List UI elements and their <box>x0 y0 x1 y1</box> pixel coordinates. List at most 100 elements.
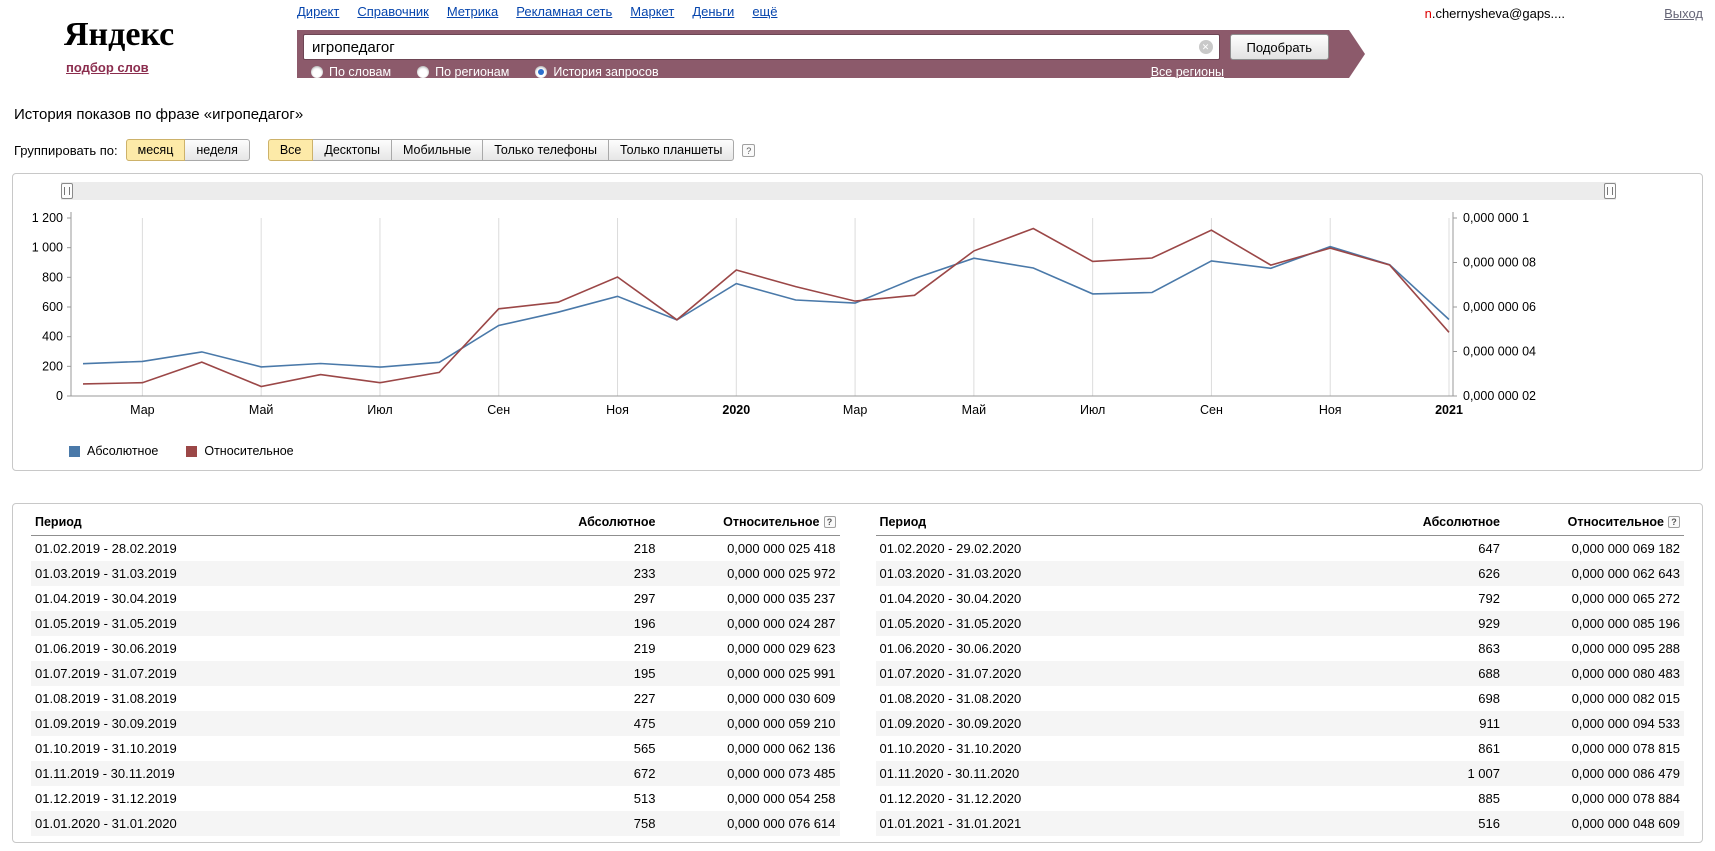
col-period: Период <box>31 508 530 536</box>
svg-text:1 000: 1 000 <box>32 241 63 255</box>
device-tab-desktops[interactable]: Десктопы <box>312 139 392 161</box>
cell-relative: 0,000 000 054 258 <box>660 786 840 811</box>
device-tab-mobile[interactable]: Мобильные <box>391 139 483 161</box>
cell-relative: 0,000 000 062 643 <box>1504 561 1684 586</box>
cell-absolute: 297 <box>530 586 660 611</box>
mode-by-words[interactable]: По словам <box>311 65 391 79</box>
cell-period: 01.03.2019 - 31.03.2019 <box>31 561 530 586</box>
search-bar: ✕ Подобрать По словам По регионам История … <box>297 30 1365 78</box>
table-row: 01.12.2019 - 31.12.20195130,000 000 054 … <box>31 786 840 811</box>
help-icon[interactable]: ? <box>1668 516 1680 528</box>
cell-relative: 0,000 000 069 182 <box>1504 536 1684 562</box>
cell-period: 01.05.2019 - 31.05.2019 <box>31 611 530 636</box>
help-icon[interactable]: ? <box>824 516 836 528</box>
nav-link-spravochnik[interactable]: Справочник <box>357 4 429 19</box>
logout-link[interactable]: Выход <box>1664 6 1703 21</box>
nav-link-direct[interactable]: Директ <box>297 4 339 19</box>
cell-period: 01.01.2020 - 31.01.2020 <box>31 811 530 836</box>
cell-period: 01.02.2019 - 28.02.2019 <box>31 536 530 562</box>
group-by-week[interactable]: неделя <box>184 139 249 161</box>
cell-relative: 0,000 000 025 972 <box>660 561 840 586</box>
search-row: ✕ Подобрать <box>303 34 1359 60</box>
cell-absolute: 227 <box>530 686 660 711</box>
table-row: 01.08.2019 - 31.08.20192270,000 000 030 … <box>31 686 840 711</box>
cell-absolute: 219 <box>530 636 660 661</box>
cell-period: 01.11.2019 - 30.11.2019 <box>31 761 530 786</box>
cell-relative: 0,000 000 095 288 <box>1504 636 1684 661</box>
legend-item-absolute: Абсолютное <box>69 444 158 458</box>
device-tab-phones-only[interactable]: Только телефоны <box>482 139 609 161</box>
svg-text:Июл: Июл <box>367 403 392 417</box>
search-input[interactable] <box>303 34 1220 60</box>
cell-period: 01.06.2020 - 30.06.2020 <box>876 636 1375 661</box>
svg-text:0,000 000 1: 0,000 000 1 <box>1463 211 1529 225</box>
device-tab-tablets-only[interactable]: Только планшеты <box>608 139 734 161</box>
table-row: 01.09.2020 - 30.09.20209110,000 000 094 … <box>876 711 1685 736</box>
cell-relative: 0,000 000 035 237 <box>660 586 840 611</box>
slider-handle-right-icon[interactable] <box>1604 183 1616 199</box>
cell-absolute: 863 <box>1374 636 1504 661</box>
nav-link-market[interactable]: Маркет <box>630 4 674 19</box>
wordstat-page: Яндекс подбор слов Директ Справочник Метри… <box>0 0 1715 843</box>
chart-panel: 1 2001 00080060040020000,000 000 10,000 … <box>12 173 1703 471</box>
range-slider-track[interactable] <box>61 182 1616 200</box>
slider-handle-left-icon[interactable] <box>61 183 73 199</box>
legend-label: Относительное <box>204 444 293 458</box>
account-rest: .chernysheva@gaps.... <box>1432 6 1565 21</box>
cell-relative: 0,000 000 029 623 <box>660 636 840 661</box>
cell-relative: 0,000 000 059 210 <box>660 711 840 736</box>
cell-absolute: 861 <box>1374 736 1504 761</box>
svg-text:Мар: Мар <box>843 403 868 417</box>
submit-button[interactable]: Подобрать <box>1230 34 1329 60</box>
cell-period: 01.08.2020 - 31.08.2020 <box>876 686 1375 711</box>
cell-absolute: 647 <box>1374 536 1504 562</box>
table-row: 01.11.2020 - 30.11.20201 0070,000 000 08… <box>876 761 1685 786</box>
all-regions-link[interactable]: Все регионы <box>1151 65 1224 79</box>
nav-link-metrika[interactable]: Метрика <box>447 4 498 19</box>
cell-relative: 0,000 000 062 136 <box>660 736 840 761</box>
nav-link-money[interactable]: Деньги <box>692 4 734 19</box>
cell-period: 01.08.2019 - 31.08.2019 <box>31 686 530 711</box>
cell-absolute: 1 007 <box>1374 761 1504 786</box>
series-relative <box>83 229 1449 387</box>
cell-relative: 0,000 000 030 609 <box>660 686 840 711</box>
table-row: 01.11.2019 - 30.11.20196720,000 000 073 … <box>31 761 840 786</box>
col-relative: Относительное? <box>1504 508 1684 536</box>
cell-relative: 0,000 000 094 533 <box>1504 711 1684 736</box>
cell-period: 01.12.2019 - 31.12.2019 <box>31 786 530 811</box>
cell-relative: 0,000 000 085 196 <box>1504 611 1684 636</box>
account-email[interactable]: n.chernysheva@gaps.... <box>1425 6 1565 21</box>
col-absolute: Абсолютное <box>530 508 660 536</box>
svg-text:2020: 2020 <box>722 403 750 417</box>
cell-absolute: 195 <box>530 661 660 686</box>
cell-relative: 0,000 000 082 015 <box>1504 686 1684 711</box>
nav-link-ad-network[interactable]: Рекламная сеть <box>516 4 612 19</box>
mode-query-history[interactable]: История запросов <box>535 65 658 79</box>
nav-link-more[interactable]: ещё <box>752 4 777 19</box>
table-row: 01.02.2019 - 28.02.20192180,000 000 025 … <box>31 536 840 562</box>
group-by-label: Группировать по: <box>14 143 118 158</box>
svg-text:0,000 000 02: 0,000 000 02 <box>1463 389 1536 403</box>
wordstat-home-link[interactable]: подбор слов <box>66 60 149 75</box>
cell-relative: 0,000 000 073 485 <box>660 761 840 786</box>
col-relative: Относительное? <box>660 508 840 536</box>
table-row: 01.06.2020 - 30.06.20208630,000 000 095 … <box>876 636 1685 661</box>
col-relative-label: Относительное <box>1568 515 1664 529</box>
help-icon[interactable]: ? <box>742 144 755 157</box>
mode-by-regions[interactable]: По регионам <box>417 65 509 79</box>
legend-label: Абсолютное <box>87 444 158 458</box>
cell-period: 01.09.2020 - 30.09.2020 <box>876 711 1375 736</box>
group-by-month[interactable]: месяц <box>126 139 186 161</box>
table-row: 01.03.2020 - 31.03.20206260,000 000 062 … <box>876 561 1685 586</box>
cell-absolute: 233 <box>530 561 660 586</box>
table-row: 01.05.2020 - 31.05.20209290,000 000 085 … <box>876 611 1685 636</box>
table-row: 01.06.2019 - 30.06.20192190,000 000 029 … <box>31 636 840 661</box>
clear-input-icon[interactable]: ✕ <box>1199 40 1213 54</box>
cell-relative: 0,000 000 078 815 <box>1504 736 1684 761</box>
mode-row: По словам По регионам История запросов Все… <box>303 65 1359 79</box>
device-tab-all[interactable]: Все <box>268 139 314 161</box>
cell-absolute: 911 <box>1374 711 1504 736</box>
yandex-logo[interactable]: Яндекс <box>64 16 174 54</box>
history-table-left: Период Абсолютное Относительное? 01.02.2… <box>13 508 858 836</box>
table-row: 01.07.2020 - 31.07.20206880,000 000 080 … <box>876 661 1685 686</box>
